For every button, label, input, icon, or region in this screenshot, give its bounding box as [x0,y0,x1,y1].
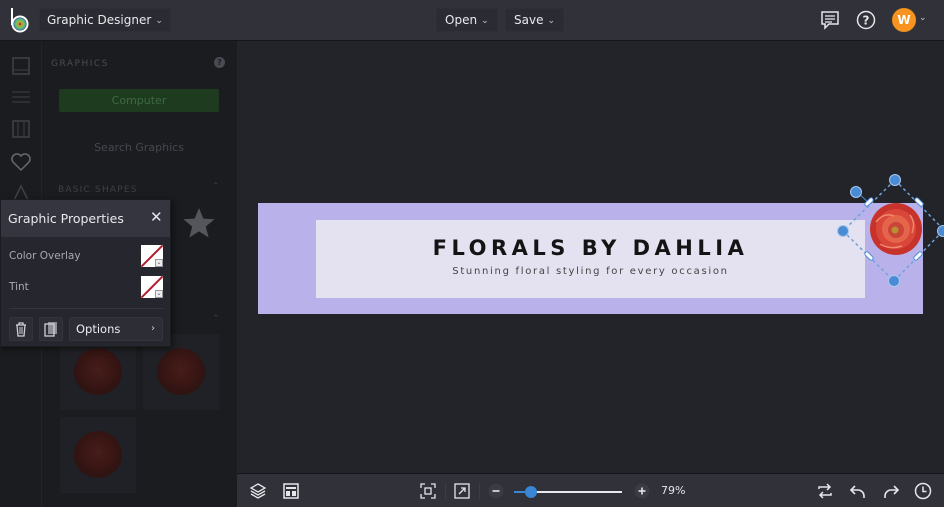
app-logo-icon[interactable] [9,7,31,33]
chevron-down-icon: ⌄ [155,259,163,267]
chevron-right-icon: › [151,323,155,334]
chevron-up-icon[interactable]: ⌃ [212,182,220,192]
section-label-basic-shapes: BASIC SHAPES [58,185,138,195]
heart-icon[interactable] [10,151,32,173]
duplicate-button[interactable] [39,317,63,341]
open-label: Open [445,13,478,27]
options-label: Options [76,322,121,336]
zoom-in-icon[interactable] [633,482,651,500]
chevron-down-icon: ⌄ [155,16,163,26]
banner-subtitle-text[interactable]: Stunning floral styling for every occasi… [316,266,865,277]
app-menu-label: Graphic Designer [47,13,152,27]
save-menu-button[interactable]: Save ⌄ [505,8,565,32]
fit-to-screen-icon[interactable] [419,482,437,500]
divider [9,308,164,309]
chevron-down-icon: ⌄ [547,16,556,26]
options-button[interactable]: Options › [69,317,163,341]
layers-icon[interactable] [249,482,267,500]
zoom-slider-handle[interactable] [525,486,538,498]
star-shape-icon[interactable] [182,206,216,240]
swap-icon[interactable] [816,482,834,500]
panel-title: GRAPHICS [51,59,109,69]
undo-icon[interactable] [849,482,867,500]
help-icon[interactable]: ? [856,10,876,30]
tint-swatch[interactable]: ⌄ [141,276,163,298]
rose-graphic-icon [74,348,122,396]
banner-title-text[interactable]: FLORALS BY DAHLIA [316,236,865,260]
history-clock-icon[interactable] [914,482,932,500]
graphic-properties-header: Graphic Properties ✕ [1,200,170,237]
chevron-down-icon: ⌄ [155,290,163,298]
color-overlay-swatch[interactable]: ⌄ [141,245,163,267]
graphic-thumbnail[interactable] [60,417,136,493]
zoom-slider[interactable] [514,486,622,498]
sliders-icon[interactable] [10,86,32,108]
rose-graphic-icon [74,431,122,479]
columns-icon[interactable] [10,118,32,140]
graphic-properties-panel: Graphic Properties ✕ Color Overlay ⌄ Tin… [0,199,171,347]
zoom-percent-label: 79% [661,484,686,497]
graphic-properties-title: Graphic Properties [8,211,124,226]
user-avatar[interactable]: W [892,8,916,32]
chevron-up-icon[interactable]: ⌃ [212,314,220,324]
top-bar: Graphic Designer ⌄ Open ⌄ Save ⌄ ? W ⌄ [0,0,944,41]
open-menu-button[interactable]: Open ⌄ [436,8,498,32]
computer-upload-button[interactable]: Computer [59,89,219,112]
delete-button[interactable] [9,317,33,341]
divider [479,483,480,499]
feedback-chat-icon[interactable] [820,10,840,30]
tint-label: Tint [9,281,29,293]
zoom-out-icon[interactable] [487,482,505,500]
chevron-down-icon[interactable]: ⌄ [919,13,927,23]
bottom-toolbar: 79% [237,473,944,507]
divider [445,483,446,499]
svg-text:?: ? [863,14,870,28]
redo-icon[interactable] [882,482,900,500]
duplicate-icon [44,322,57,337]
layout-icon[interactable] [282,482,300,500]
rose-graphic-icon [157,348,205,396]
color-overlay-label: Color Overlay [9,250,81,262]
close-icon[interactable]: ✕ [150,210,163,225]
app-menu-dropdown[interactable]: Graphic Designer ⌄ [39,8,171,32]
help-icon[interactable]: ? [214,57,225,68]
expand-icon[interactable] [453,482,471,500]
chevron-down-icon: ⌄ [481,16,489,26]
image-icon[interactable] [10,55,32,77]
trash-icon [16,322,26,337]
search-graphics-button[interactable]: Search Graphics [59,135,219,161]
save-label: Save [514,13,544,27]
